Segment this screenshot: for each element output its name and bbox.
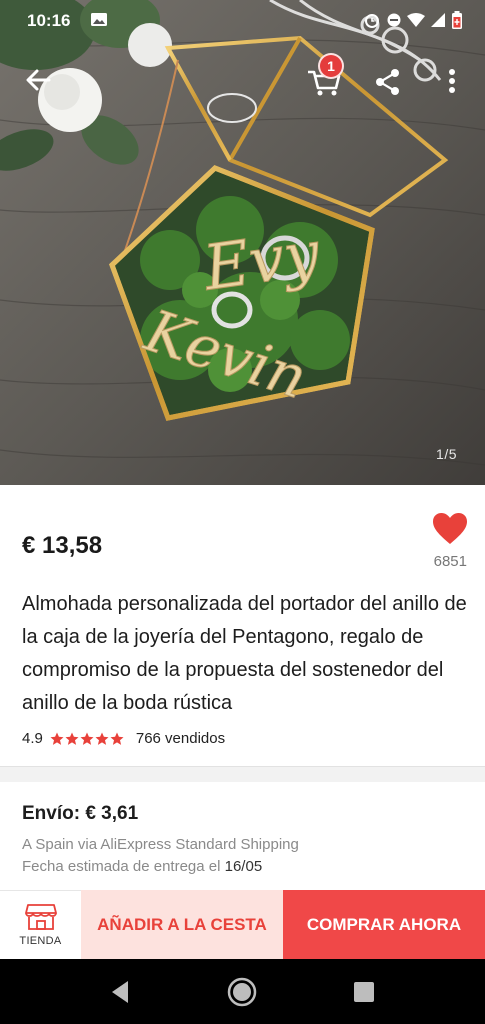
shipping-cost[interactable]: Envío: € 3,61 xyxy=(22,803,138,825)
section-divider xyxy=(0,766,485,782)
buy-now-button[interactable]: COMPRAR AHORA xyxy=(283,890,485,959)
star-icon xyxy=(80,732,94,745)
product-title: Almohada personalizada del portador del … xyxy=(22,593,467,714)
store-label: TIENDA xyxy=(19,935,62,947)
store-button[interactable]: TIENDA xyxy=(0,890,81,959)
sold-count: 766 vendidos xyxy=(135,730,226,747)
nav-recents-icon[interactable] xyxy=(352,980,376,1004)
status-time: 10:16 xyxy=(27,11,71,30)
star-icon xyxy=(95,732,109,745)
wishlist-button[interactable] xyxy=(432,512,468,546)
back-button[interactable] xyxy=(20,62,56,98)
alarm-icon xyxy=(365,14,379,28)
battery-icon xyxy=(452,11,462,29)
delivery-estimate: Fecha estimada de entrega el 16/05 xyxy=(22,858,262,875)
status-bar: 10:16 xyxy=(0,0,485,40)
share-button[interactable] xyxy=(370,64,406,100)
product-price: € 13,58 xyxy=(22,532,103,559)
rating-value: 4.9 xyxy=(22,730,43,747)
wifi-icon xyxy=(407,13,425,27)
product-image[interactable]: Evy Kevin 10:16 1 1/5 xyxy=(0,0,485,485)
rating-row[interactable]: 4.9 766 vendidos xyxy=(22,730,225,747)
add-to-cart-button[interactable]: AÑADIR A LA CESTA xyxy=(81,890,283,959)
nav-back-icon[interactable] xyxy=(106,978,134,1006)
star-icon xyxy=(50,732,64,745)
rating-stars xyxy=(50,732,124,746)
wishlist-count: 6851 xyxy=(433,553,467,570)
delivery-date: 16/05 xyxy=(224,858,263,875)
arrow-left-icon xyxy=(26,69,51,91)
heart-icon xyxy=(433,513,467,544)
star-icon xyxy=(65,732,79,745)
nav-home-icon[interactable] xyxy=(226,976,258,1008)
share-icon xyxy=(376,69,399,95)
status-icons xyxy=(363,11,463,29)
shipping-route: A Spain via AliExpress Standard Shipping xyxy=(22,836,299,853)
system-navigation-bar xyxy=(0,959,485,1024)
more-vertical-icon xyxy=(449,69,455,93)
do-not-disturb-icon xyxy=(387,13,401,27)
bottom-action-bar: TIENDA AÑADIR A LA CESTA COMPRAR AHORA xyxy=(0,890,485,959)
image-counter: 1/5 xyxy=(436,446,457,462)
delivery-label: Fecha estimada de entrega el xyxy=(22,858,225,875)
product-photo: Evy Kevin xyxy=(0,0,485,485)
star-icon xyxy=(110,732,124,745)
cart-count-badge: 1 xyxy=(318,53,344,79)
signal-icon xyxy=(431,13,445,27)
store-icon xyxy=(24,904,57,930)
image-notification-icon xyxy=(91,13,107,26)
more-options-button[interactable] xyxy=(440,64,464,100)
